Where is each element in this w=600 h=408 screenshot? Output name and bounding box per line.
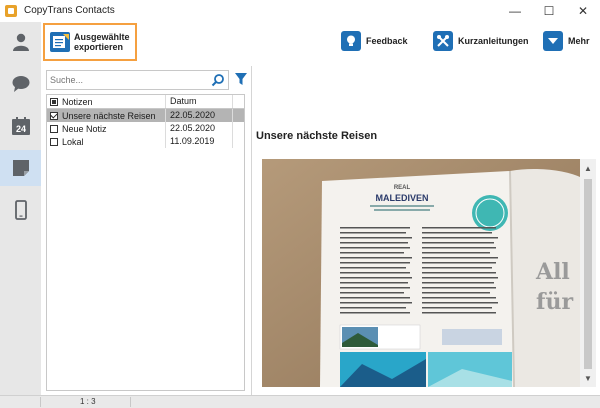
filter-icon[interactable] <box>234 72 248 86</box>
calendar-icon: 24 <box>11 117 30 135</box>
scroll-down-icon[interactable]: ▼ <box>580 371 596 385</box>
search-icon[interactable] <box>211 73 225 87</box>
sidebar-item-contacts[interactable] <box>0 24 41 60</box>
select-all-checkbox[interactable] <box>50 97 58 106</box>
notes-list-panel: Notizen Datum Unsere nächste Reisen 22.0… <box>41 66 252 395</box>
column-header-date[interactable]: Datum <box>166 95 233 108</box>
search-box <box>46 70 229 90</box>
toolbar: Ausgewählte exportieren Feedback Kurzanl… <box>41 22 600 66</box>
table-row[interactable]: Lokal 11.09.2019 <box>47 135 244 148</box>
note-attached-image: REAL MALEDIVEN All für <box>262 159 580 387</box>
note-date: 11.09.2019 <box>166 135 233 148</box>
close-button[interactable]: ✕ <box>566 0 600 22</box>
title-bar: CopyTrans Contacts — ☐ ✕ <box>0 0 600 22</box>
note-date: 22.05.2020 <box>166 122 233 135</box>
tools-icon <box>433 31 453 51</box>
table-row[interactable]: Neue Notiz 22.05.2020 <box>47 122 244 135</box>
export-selected-button[interactable]: Ausgewählte exportieren <box>43 23 137 61</box>
sticky-note-icon <box>12 160 29 176</box>
magazine-header-text: REAL <box>394 185 411 191</box>
note-date: 22.05.2020 <box>166 109 233 122</box>
export-selected-label: Ausgewählte exportieren <box>74 32 130 52</box>
note-title: Neue Notiz <box>62 123 107 134</box>
person-icon <box>12 33 29 51</box>
sidebar-item-calendar[interactable]: 24 <box>0 108 41 144</box>
scroll-up-icon[interactable]: ▲ <box>580 161 596 175</box>
sidebar: 24 <box>0 22 42 395</box>
calendar-day-label: 24 <box>15 124 25 134</box>
big-letters-2: für <box>536 289 573 315</box>
article-title-text: MALEDIVEN <box>375 193 428 203</box>
quick-guides-label: Kurzanleitungen <box>458 36 529 46</box>
table-row[interactable]: Unsere nächste Reisen 22.05.2020 <box>47 109 244 122</box>
maximize-button[interactable]: ☐ <box>532 0 566 22</box>
window-title: CopyTrans Contacts <box>24 5 115 16</box>
more-button[interactable]: Mehr <box>543 31 590 51</box>
row-checkbox[interactable] <box>50 111 58 120</box>
chevron-down-icon <box>543 31 563 51</box>
sidebar-item-device[interactable] <box>0 192 41 228</box>
quick-guides-button[interactable]: Kurzanleitungen <box>433 31 529 51</box>
phone-icon <box>14 200 27 220</box>
row-checkbox[interactable] <box>50 137 58 146</box>
scrollbar-thumb[interactable] <box>584 179 592 369</box>
note-title: Unsere nächste Reisen <box>62 110 156 121</box>
selection-count: 1 : 3 <box>80 397 96 406</box>
minimize-button[interactable]: — <box>498 0 532 22</box>
export-icon <box>50 32 70 52</box>
search-input[interactable] <box>47 71 213 89</box>
note-detail-title: Unsere nächste Reisen <box>256 130 378 142</box>
status-bar: 1 : 3 <box>0 395 600 408</box>
table-header: Notizen Datum <box>47 95 244 109</box>
sidebar-item-messages[interactable] <box>0 66 41 102</box>
column-header-notes[interactable]: Notizen <box>62 97 93 107</box>
feedback-button[interactable]: Feedback <box>341 31 408 51</box>
big-letters-1: All <box>535 259 570 285</box>
sidebar-item-notes[interactable] <box>0 150 41 186</box>
more-label: Mehr <box>568 36 590 46</box>
row-checkbox[interactable] <box>50 124 58 133</box>
detail-scrollbar[interactable]: ▲ ▼ <box>580 159 596 387</box>
note-title: Lokal <box>62 136 84 147</box>
notes-table: Notizen Datum Unsere nächste Reisen 22.0… <box>46 94 245 391</box>
feedback-label: Feedback <box>366 36 408 46</box>
app-logo-icon <box>5 5 17 17</box>
lightbulb-icon <box>341 31 361 51</box>
chat-bubble-icon <box>12 76 29 92</box>
